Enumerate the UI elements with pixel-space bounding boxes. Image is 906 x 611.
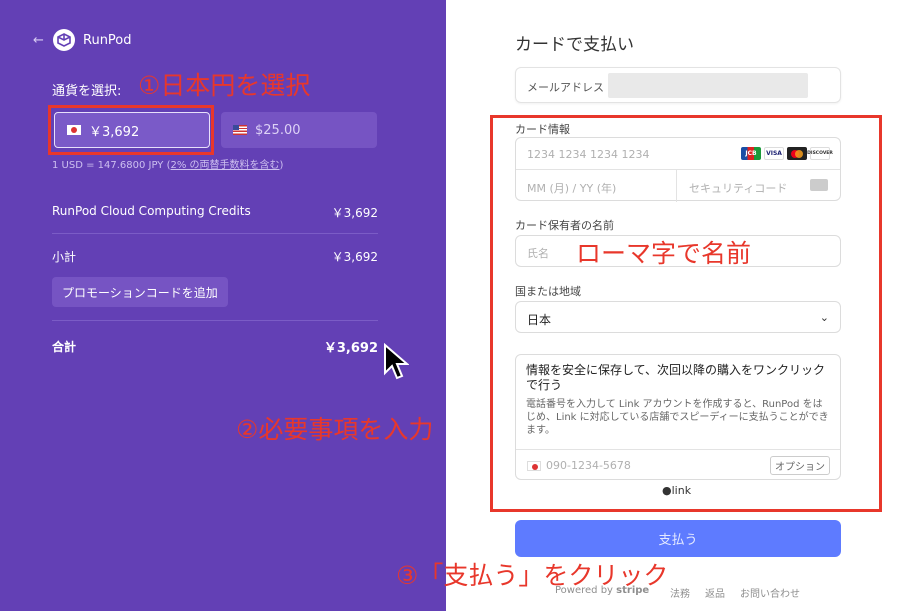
annotation-step1: ①日本円を選択 [138,71,311,100]
currency-label: 通貨を選択: [52,84,122,99]
email-field[interactable]: メールアドレス [515,67,841,103]
annotation-step3: ③「支払う」をクリック [396,561,669,590]
exchange-rate-note: 1 USD = 147.6800 JPY (2% の両替手数料を含む) [52,160,284,171]
pay-button[interactable]: 支払う [515,520,841,557]
total-label: 合計 [52,340,77,354]
total-amount: ￥3,692 [323,341,378,356]
add-promo-code-button[interactable]: プロモーションコードを追加 [52,277,228,307]
terms-link[interactable]: 法務 [670,585,690,600]
annotation-box-form [490,115,882,512]
divider [52,320,378,321]
us-flag-icon [233,125,247,135]
refunds-link[interactable]: 返品 [705,585,725,600]
contact-link[interactable]: お問い合わせ [740,585,800,600]
annotation-name-hint: ローマ字で名前 [576,239,752,268]
subtotal-amount: ￥3,692 [331,250,378,264]
subtotal-label: 小計 [52,250,77,264]
back-arrow-icon[interactable]: ← [33,33,44,48]
page-title: カードで支払い [515,35,634,55]
line-item-amount: ￥3,692 [331,206,378,220]
divider [52,233,378,234]
runpod-logo-icon [53,29,75,51]
currency-option-usd[interactable]: $25.00 [221,112,377,148]
annotation-box-currency [48,105,214,155]
annotation-step2: ②必要事項を入力 [236,415,434,444]
brand-name: RunPod [83,33,132,48]
email-label: メールアドレス [527,81,604,94]
currency-option-label: $25.00 [255,122,301,138]
fee-link[interactable]: 2% の両替手数料を含む [171,160,280,171]
mouse-cursor-icon [384,343,409,380]
email-value [608,73,808,98]
line-item-label: RunPod Cloud Computing Credits [52,204,251,218]
